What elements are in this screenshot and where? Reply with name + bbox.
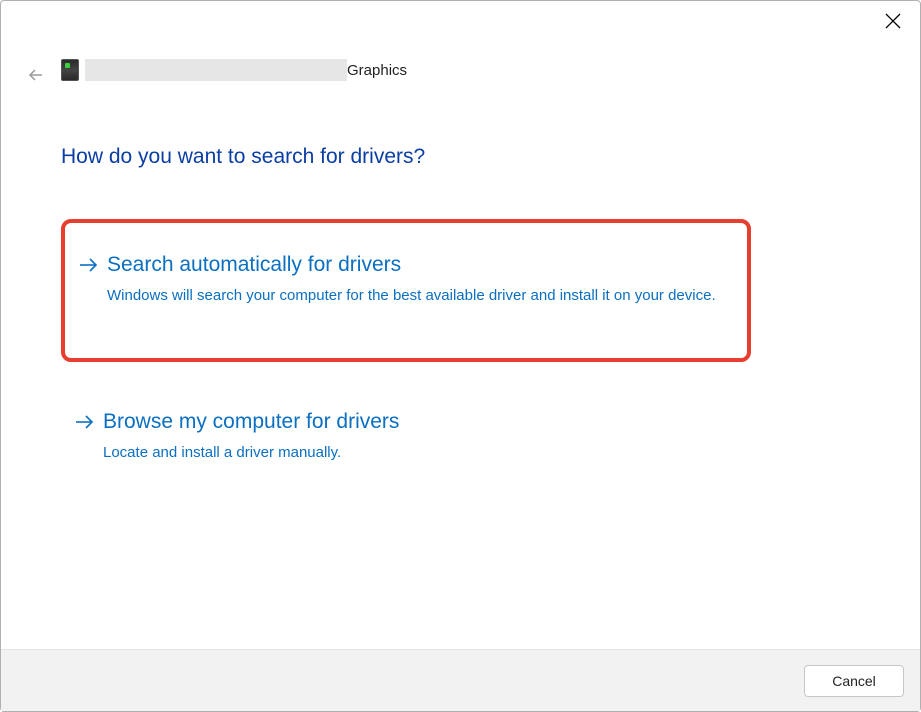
option-title: Search automatically for drivers — [107, 251, 716, 279]
back-arrow-icon — [27, 72, 45, 87]
options-list: Search automatically for drivers Windows… — [61, 219, 860, 491]
dialog-body: Graphics How do you want to search for d… — [1, 1, 920, 649]
arrow-right-icon — [79, 256, 101, 277]
device-header: Graphics — [61, 59, 860, 81]
device-name-suffix: Graphics — [347, 62, 407, 79]
option-browse-computer[interactable]: Browse my computer for drivers Locate an… — [61, 390, 751, 491]
option-description: Locate and install a driver manually. — [103, 442, 399, 465]
device-card-icon — [61, 59, 79, 81]
option-search-automatically[interactable]: Search automatically for drivers Windows… — [61, 219, 751, 362]
arrow-right-icon — [75, 413, 97, 434]
update-driver-dialog: Graphics How do you want to search for d… — [0, 0, 921, 712]
back-button[interactable] — [25, 65, 47, 87]
option-title: Browse my computer for drivers — [103, 408, 399, 436]
dialog-footer: Cancel — [1, 649, 920, 711]
device-name-redacted — [85, 59, 347, 81]
option-description: Windows will search your computer for th… — [107, 285, 716, 308]
cancel-button[interactable]: Cancel — [804, 665, 904, 697]
page-heading: How do you want to search for drivers? — [61, 145, 860, 169]
